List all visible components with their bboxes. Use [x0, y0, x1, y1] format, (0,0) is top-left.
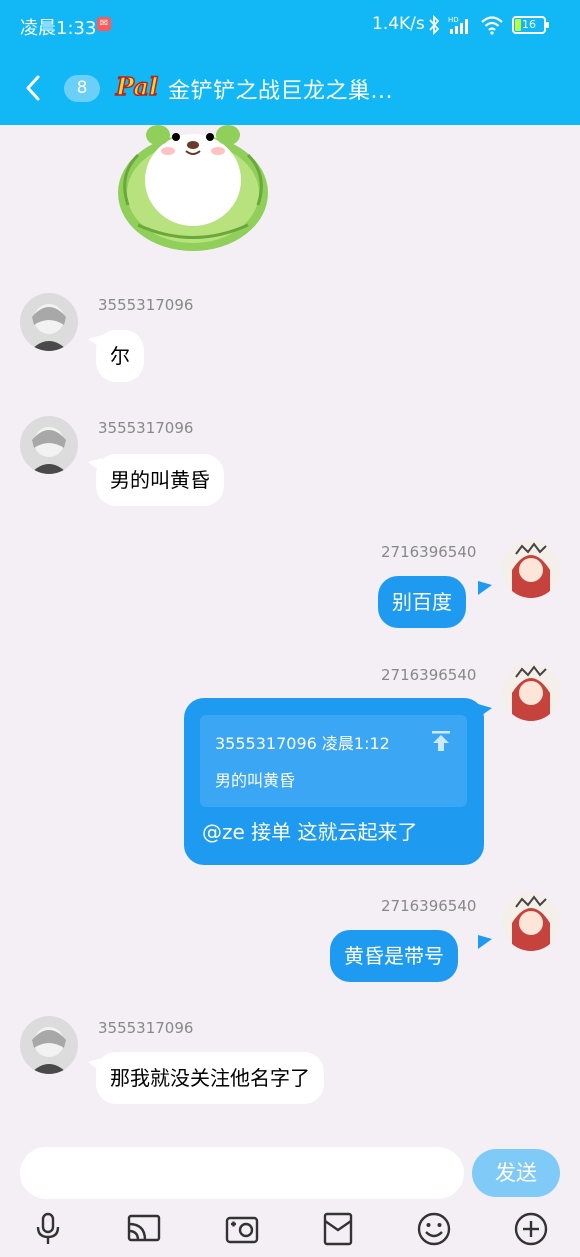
avatar-2716396540[interactable]: [502, 540, 560, 598]
chat-area[interactable]: 3555317096 尔 3555317096 男的叫黄昏 2716396540…: [0, 125, 580, 1135]
plus-icon[interactable]: [513, 1211, 549, 1247]
message-bubble[interactable]: 别百度: [378, 576, 466, 628]
avatar-3555317096[interactable]: [20, 1016, 78, 1074]
jump-to-quote-icon[interactable]: [432, 731, 450, 751]
input-toolbar: [0, 1205, 580, 1257]
status-icons: HD 16: [428, 14, 549, 36]
sender-name: 2716396540: [381, 543, 477, 561]
svg-text:Pal: Pal: [115, 72, 158, 101]
photo-icon[interactable]: [224, 1211, 260, 1247]
screen-cast-icon[interactable]: [126, 1211, 162, 1247]
back-icon[interactable]: [18, 72, 50, 104]
message-bubble[interactable]: 男的叫黄昏: [96, 454, 224, 506]
sender-name: 2716396540: [381, 897, 477, 915]
sender-name: 3555317096: [98, 1019, 194, 1037]
wifi-icon: [481, 16, 503, 35]
avatar-3555317096[interactable]: [20, 416, 78, 474]
status-bar: 凌晨1:33 ✉ 1.4K/s HD 16: [0, 0, 580, 50]
message-text: @ze 接单 这就云起来了: [202, 820, 418, 844]
quoted-message[interactable]: 3555317096 凌晨1:12 男的叫黄昏: [200, 715, 467, 807]
bubble-tail: [478, 935, 492, 949]
battery-level: [515, 19, 521, 31]
red-envelope-icon[interactable]: [320, 1211, 356, 1247]
status-time: 凌晨1:33: [20, 18, 97, 39]
message-bubble[interactable]: 黄昏是带号: [330, 930, 458, 982]
sender-name: 3555317096: [98, 296, 194, 314]
avatar-2716396540[interactable]: [502, 893, 560, 951]
avatar-2716396540[interactable]: [502, 663, 560, 721]
sender-name: 2716396540: [381, 666, 477, 684]
message-bubble[interactable]: 那我就没关注他名字了: [96, 1052, 324, 1104]
microphone-icon[interactable]: [30, 1211, 66, 1247]
message-bubble[interactable]: 尔: [96, 330, 144, 382]
avatar-3555317096[interactable]: [20, 293, 78, 351]
nav-bar: 8 Pal 金铲铲之战巨龙之巢...: [0, 62, 580, 118]
notification-app-icon: ✉: [97, 17, 111, 31]
header: 凌晨1:33 ✉ 1.4K/s HD 16 8 Pal 金铲铲之战巨龙之巢...: [0, 0, 580, 125]
send-button[interactable]: 发送: [472, 1149, 560, 1197]
bubble-tail: [478, 581, 492, 595]
bluetooth-icon: [429, 15, 440, 35]
quoted-text: 男的叫黄昏: [215, 771, 296, 790]
input-area: 发送: [0, 1135, 580, 1257]
emoji-icon[interactable]: [416, 1211, 452, 1247]
sender-name: 3555317096: [98, 419, 194, 437]
svg-text:HD: HD: [448, 16, 459, 24]
unread-count-badge[interactable]: 8: [64, 75, 100, 102]
message-bubble-with-quote[interactable]: 3555317096 凌晨1:12 男的叫黄昏 @ze 接单 这就云起来了: [184, 698, 484, 865]
message-input[interactable]: [20, 1147, 464, 1199]
battery-icon: 16: [512, 16, 549, 34]
network-speed: 1.4K/s: [372, 14, 425, 34]
group-logo-icon: Pal: [114, 71, 159, 102]
cabbage-dog-sticker[interactable]: [108, 125, 278, 255]
group-title[interactable]: 金铲铲之战巨龙之巢...: [168, 73, 393, 105]
quoted-header: 3555317096 凌晨1:12: [215, 734, 390, 753]
battery-percent: 16: [522, 18, 536, 31]
signal-icon: HD: [448, 16, 468, 34]
